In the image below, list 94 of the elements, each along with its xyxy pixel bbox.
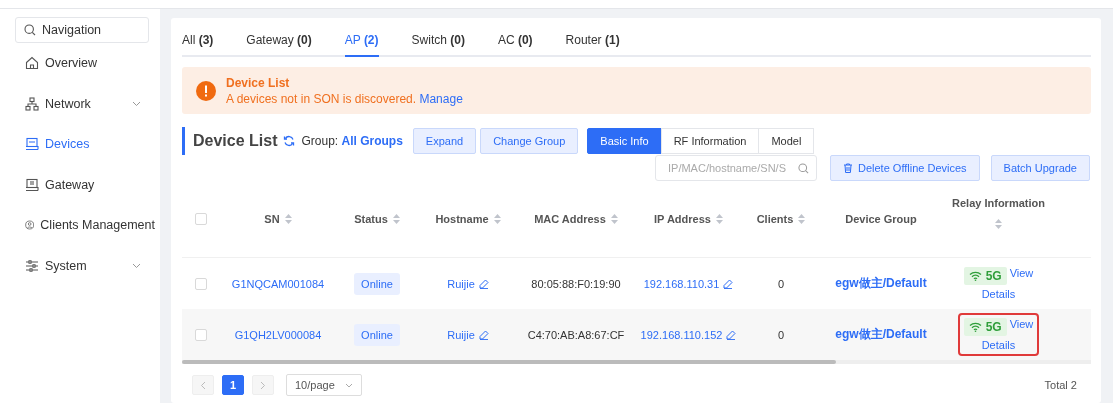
navigation-search-field[interactable]: Navigation: [15, 17, 149, 43]
pencil-icon[interactable]: [478, 278, 489, 289]
table-row[interactable]: G1QH2LV000084 Online Ruijie C4:70:AB:A8:67:CF 192.168.110.152 0 egw做主/Default 5G View Details: [182, 309, 1091, 360]
sort-icon[interactable]: [715, 214, 723, 224]
details-link[interactable]: Details: [981, 288, 1016, 300]
group-filter[interactable]: Group: All Groups: [301, 134, 403, 148]
device-icon: [25, 137, 39, 152]
table-cell: 0: [777, 328, 785, 341]
hostname-link[interactable]: Ruijie: [447, 277, 475, 290]
view-tab[interactable]: RF Information: [660, 128, 760, 154]
checkbox[interactable]: [195, 277, 207, 290]
tab[interactable]: All (3): [182, 33, 214, 57]
next-page-button[interactable]: [252, 375, 274, 395]
sliders-icon: [25, 258, 39, 273]
column-header: Status: [334, 213, 420, 225]
table-row[interactable]: G1NQCAM001084 Online Ruijie 80:05:88:F0:19:90 192.168.110.31 0 egw做主/Default 5G View Details: [182, 258, 1091, 309]
section-title: Device List: [182, 127, 278, 155]
delete-offline-button[interactable]: Delete Offline Devices: [830, 155, 980, 181]
pencil-icon[interactable]: [723, 278, 734, 289]
gateway-icon: [25, 177, 39, 192]
search-icon: [24, 24, 36, 36]
ip-link[interactable]: 192.168.110.31: [643, 277, 720, 290]
column-header: IP Address: [636, 213, 741, 225]
view-link[interactable]: View: [1009, 267, 1034, 279]
tab[interactable]: Gateway (0): [246, 33, 312, 57]
sidebar-item[interactable]: Gateway: [15, 164, 155, 205]
details-link[interactable]: Details: [981, 339, 1016, 351]
view-tab[interactable]: Basic Info: [587, 128, 662, 154]
column-header: Clients: [741, 213, 821, 225]
change-group-button[interactable]: Change Group: [480, 128, 579, 154]
refresh-icon[interactable]: [283, 135, 296, 147]
sort-icon[interactable]: [995, 219, 1002, 229]
sidebar-item[interactable]: Clients Management: [15, 205, 155, 246]
band-badge: 5G: [963, 318, 1007, 336]
sn-link[interactable]: G1QH2LV000084: [234, 328, 322, 341]
home-icon: [25, 56, 39, 71]
trash-icon: [843, 163, 853, 173]
column-header: SN: [222, 213, 334, 225]
sidebar-item[interactable]: Devices: [15, 124, 155, 165]
alert-title: Device List: [226, 75, 291, 90]
device-group-link[interactable]: egw做主/Default: [835, 275, 927, 292]
status-badge: Online: [354, 272, 400, 295]
sidebar-item[interactable]: Network: [15, 83, 155, 124]
table-cell: C4:70:AB:A8:67:CF: [527, 328, 625, 341]
view-tab[interactable]: Model: [758, 128, 815, 154]
sn-link[interactable]: G1NQCAM001084: [231, 277, 325, 290]
warning-icon: [196, 80, 216, 101]
batch-upgrade-button[interactable]: Batch Upgrade: [990, 155, 1090, 181]
sort-icon[interactable]: [284, 214, 292, 224]
checkbox[interactable]: [195, 328, 207, 341]
view-link[interactable]: View: [1009, 318, 1034, 330]
page-size-select[interactable]: 10/page: [286, 374, 362, 396]
total-count: Total 2: [1044, 379, 1077, 391]
user-icon: [25, 218, 35, 233]
device-group-link[interactable]: egw做主/Default: [835, 326, 927, 343]
sidebar-item[interactable]: Overview: [15, 43, 155, 84]
sort-icon[interactable]: [798, 214, 806, 224]
status-badge: Online: [354, 323, 400, 346]
tab[interactable]: Switch (0): [411, 33, 465, 57]
previous-page-button[interactable]: [192, 375, 214, 395]
chevron-left-icon: [200, 380, 206, 390]
pencil-icon[interactable]: [478, 329, 489, 340]
expand-button[interactable]: Expand: [412, 128, 477, 154]
chevron-down-icon: [344, 382, 353, 388]
alert-message: A devices not in SON is discovered. Manage: [226, 91, 463, 106]
sort-icon[interactable]: [493, 214, 501, 224]
sort-icon[interactable]: [610, 214, 618, 224]
pencil-icon[interactable]: [726, 329, 737, 340]
page-button[interactable]: 1: [222, 375, 244, 395]
checkbox[interactable]: [195, 213, 207, 225]
tab[interactable]: Router (1): [565, 33, 620, 57]
search-icon: [798, 163, 809, 174]
network-icon: [25, 96, 39, 111]
column-header: MAC Address: [516, 213, 636, 225]
chevron-down-icon: [132, 262, 141, 269]
sidebar-item[interactable]: System: [15, 245, 155, 286]
hostname-link[interactable]: Ruijie: [447, 328, 475, 341]
wifi-icon: [968, 322, 982, 332]
table-cell: 80:05:88:F0:19:90: [531, 277, 621, 290]
band-badge: 5G: [963, 267, 1007, 285]
chevron-right-icon: [260, 380, 266, 390]
column-header: Hostname: [420, 213, 516, 225]
wifi-icon: [968, 271, 982, 281]
manage-link[interactable]: Manage: [419, 91, 463, 106]
ip-link[interactable]: 192.168.110.152: [640, 328, 723, 341]
chevron-down-icon: [132, 100, 141, 107]
device-search-field[interactable]: IP/MAC/hostname/SN/S: [655, 155, 817, 181]
column-header: Relay Information: [941, 197, 1056, 229]
tab[interactable]: AC (0): [497, 33, 533, 57]
sort-icon[interactable]: [392, 214, 400, 224]
scrollbar-thumb[interactable]: [182, 360, 837, 364]
column-header: Device Group: [844, 213, 918, 225]
table-cell: 0: [777, 277, 785, 290]
tab[interactable]: AP (2): [344, 33, 379, 57]
